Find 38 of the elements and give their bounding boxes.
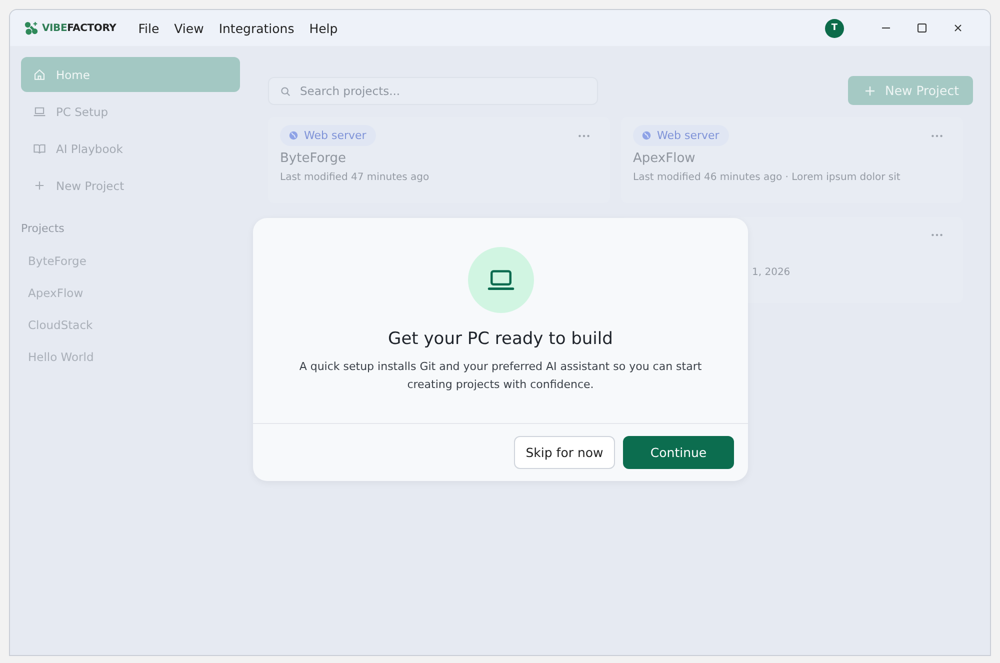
modified-time: Last modified 46 minutes ago · Lorem ipsum dolor sit (633, 172, 902, 183)
menu-item[interactable]: File (138, 20, 160, 36)
maximize-icon[interactable] (917, 23, 927, 33)
avatar[interactable]: T (825, 18, 844, 38)
project-link[interactable]: Hello World (21, 341, 240, 373)
modified-time: Last modified 47 minutes ago (280, 172, 430, 183)
menu-item[interactable]: Help (309, 20, 338, 36)
plus-icon (33, 179, 46, 192)
new-project-button[interactable]: New Project (848, 76, 973, 105)
project-link[interactable]: ByteForge (21, 245, 240, 277)
search-field[interactable]: Search projects... (268, 76, 598, 104)
dialog-description: A quick setup installs Git and your preferred AI assistant so you can start creating projects with confidence. (298, 359, 703, 393)
project-name: ApexFlow (633, 151, 696, 166)
continue-button[interactable]: Continue (623, 436, 734, 469)
skip-button[interactable]: Skip for now (514, 436, 615, 469)
tag-label: Web server (657, 129, 720, 142)
nav-item[interactable]: AI Playbook (21, 131, 240, 166)
nav-item[interactable]: PC Setup (21, 94, 240, 129)
modified-time: 1, 2026 (751, 267, 792, 278)
project-name: ByteForge (280, 151, 348, 166)
dialog-title: Get your PC ready to build (388, 329, 613, 349)
app-logo: VIBEFACTORY (42, 22, 116, 34)
menu-item[interactable]: View (174, 20, 204, 36)
project-link[interactable]: CloudStack (21, 309, 240, 341)
plus-icon (864, 84, 876, 96)
logo-icon (24, 20, 39, 36)
tag-label: Web server (304, 129, 366, 142)
home-icon (33, 68, 46, 81)
nav-item[interactable]: New Project (21, 168, 240, 203)
globe-icon (641, 130, 652, 141)
laptop-icon (33, 105, 46, 118)
project-link[interactable]: ApexFlow (21, 277, 240, 309)
nav-item[interactable]: Home (21, 57, 240, 92)
close-icon[interactable] (953, 23, 963, 33)
book-icon (33, 142, 46, 155)
globe-icon (288, 130, 299, 141)
menu-item[interactable]: Integrations (218, 20, 294, 36)
section-heading: Projects (21, 221, 66, 237)
